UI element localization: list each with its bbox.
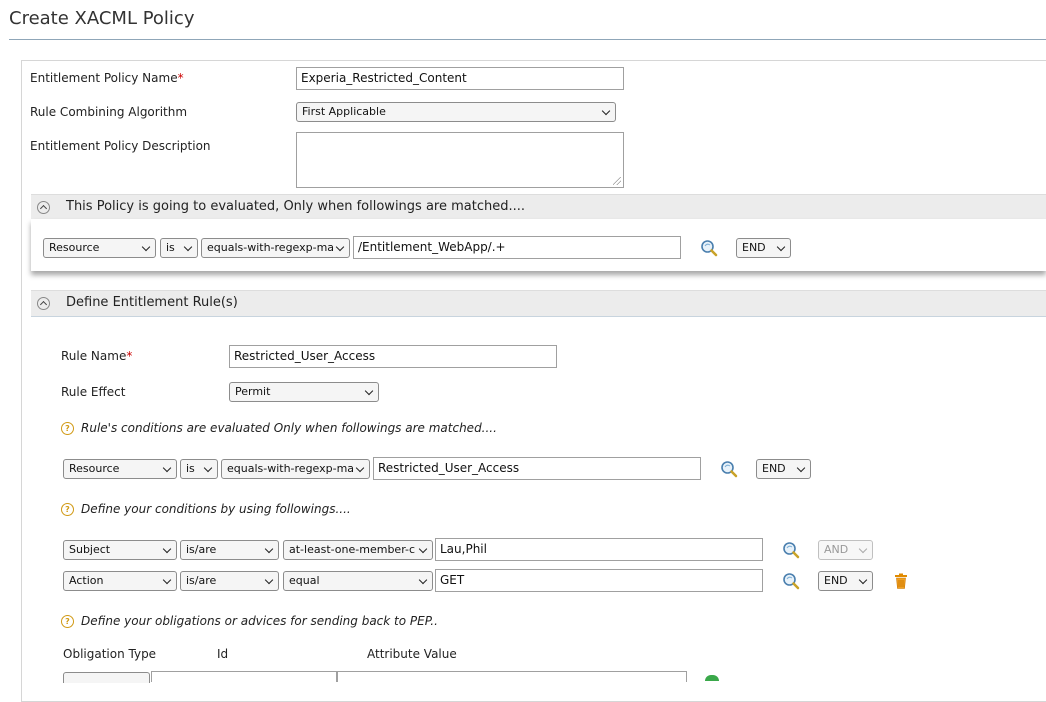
- obligations-hint: Define your obligations or advices for s…: [81, 614, 438, 628]
- policy-name-label: Entitlement Policy Name*: [30, 71, 184, 85]
- condition-operator-select[interactable]: is/are: [180, 571, 279, 591]
- policy-target-header[interactable]: This Policy is going to evaluated, Only …: [31, 194, 1046, 220]
- search-icon[interactable]: [720, 460, 738, 478]
- description-textarea[interactable]: [296, 132, 624, 188]
- condition-value-input[interactable]: Lau,Phil: [435, 538, 763, 561]
- policy-name-input[interactable]: Experia_Restricted_Content: [296, 67, 624, 90]
- condition-value-input[interactable]: GET: [435, 569, 763, 592]
- rule-effect-select[interactable]: Permit: [229, 382, 379, 402]
- rule-target-function-select[interactable]: equals-with-regexp-ma: [221, 459, 370, 479]
- search-icon[interactable]: [700, 239, 718, 257]
- resize-handle-icon[interactable]: [613, 177, 621, 185]
- condition-combiner-select[interactable]: END: [818, 571, 873, 591]
- rule-target-operator-select[interactable]: is: [180, 459, 218, 479]
- target-category-select[interactable]: Resource: [43, 238, 156, 258]
- rule-target-category-select[interactable]: Resource: [63, 459, 177, 479]
- required-mark: *: [177, 71, 184, 85]
- target-combiner-select[interactable]: END: [736, 238, 791, 258]
- chevron-up-icon[interactable]: [37, 201, 50, 214]
- conditions-hint: Define your conditions by using followin…: [81, 502, 351, 516]
- attribute-value-input[interactable]: [337, 671, 687, 682]
- title-divider: [9, 39, 1046, 40]
- condition-combiner-select: AND: [818, 540, 873, 560]
- search-icon[interactable]: [782, 572, 800, 590]
- description-label: Entitlement Policy Description: [30, 139, 211, 153]
- rule-effect-label: Rule Effect: [61, 385, 126, 399]
- policy-name-label-text: Entitlement Policy Name: [30, 71, 178, 85]
- condition-category-select[interactable]: Subject: [63, 540, 177, 560]
- help-icon: ?: [61, 503, 74, 516]
- obligation-type-select[interactable]: [63, 672, 150, 683]
- help-icon: ?: [61, 422, 74, 435]
- policy-target-title: This Policy is going to evaluated, Only …: [66, 199, 525, 214]
- target-operator-select[interactable]: is: [160, 238, 198, 258]
- help-icon: ?: [61, 615, 74, 628]
- attribute-value-header: Attribute Value: [367, 647, 457, 661]
- rule-target-combiner-select[interactable]: END: [756, 459, 811, 479]
- add-icon[interactable]: [705, 675, 719, 681]
- search-icon[interactable]: [782, 541, 800, 559]
- entitlement-rules-header[interactable]: Define Entitlement Rule(s): [31, 290, 1046, 317]
- entitlement-rules-title: Define Entitlement Rule(s): [66, 295, 238, 310]
- rule-name-label: Rule Name*: [61, 349, 132, 363]
- trash-icon[interactable]: [894, 573, 908, 589]
- required-mark: *: [126, 349, 133, 363]
- condition-function-select[interactable]: equal: [283, 571, 433, 591]
- condition-operator-select[interactable]: is/are: [180, 540, 279, 560]
- algorithm-select[interactable]: First Applicable: [296, 102, 616, 122]
- target-function-select[interactable]: equals-with-regexp-ma: [201, 238, 350, 258]
- page-title: Create XACML Policy: [9, 8, 195, 29]
- obligation-type-header: Obligation Type: [63, 647, 157, 661]
- condition-function-select[interactable]: at-least-one-member-c: [283, 540, 433, 560]
- rule-target-value-input[interactable]: Restricted_User_Access: [373, 457, 701, 480]
- target-value-input[interactable]: /Entitlement_WebApp/.+: [353, 236, 681, 259]
- rule-target-hint: Rule's conditions are evaluated Only whe…: [81, 421, 497, 435]
- obligation-id-input[interactable]: [151, 671, 337, 682]
- obligation-id-header: Id: [217, 647, 229, 661]
- rule-name-label-text: Rule Name: [61, 349, 127, 363]
- algorithm-label: Rule Combining Algorithm: [30, 105, 188, 119]
- chevron-up-icon[interactable]: [37, 297, 50, 310]
- condition-category-select[interactable]: Action: [63, 571, 177, 591]
- rule-name-input[interactable]: Restricted_User_Access: [229, 345, 557, 368]
